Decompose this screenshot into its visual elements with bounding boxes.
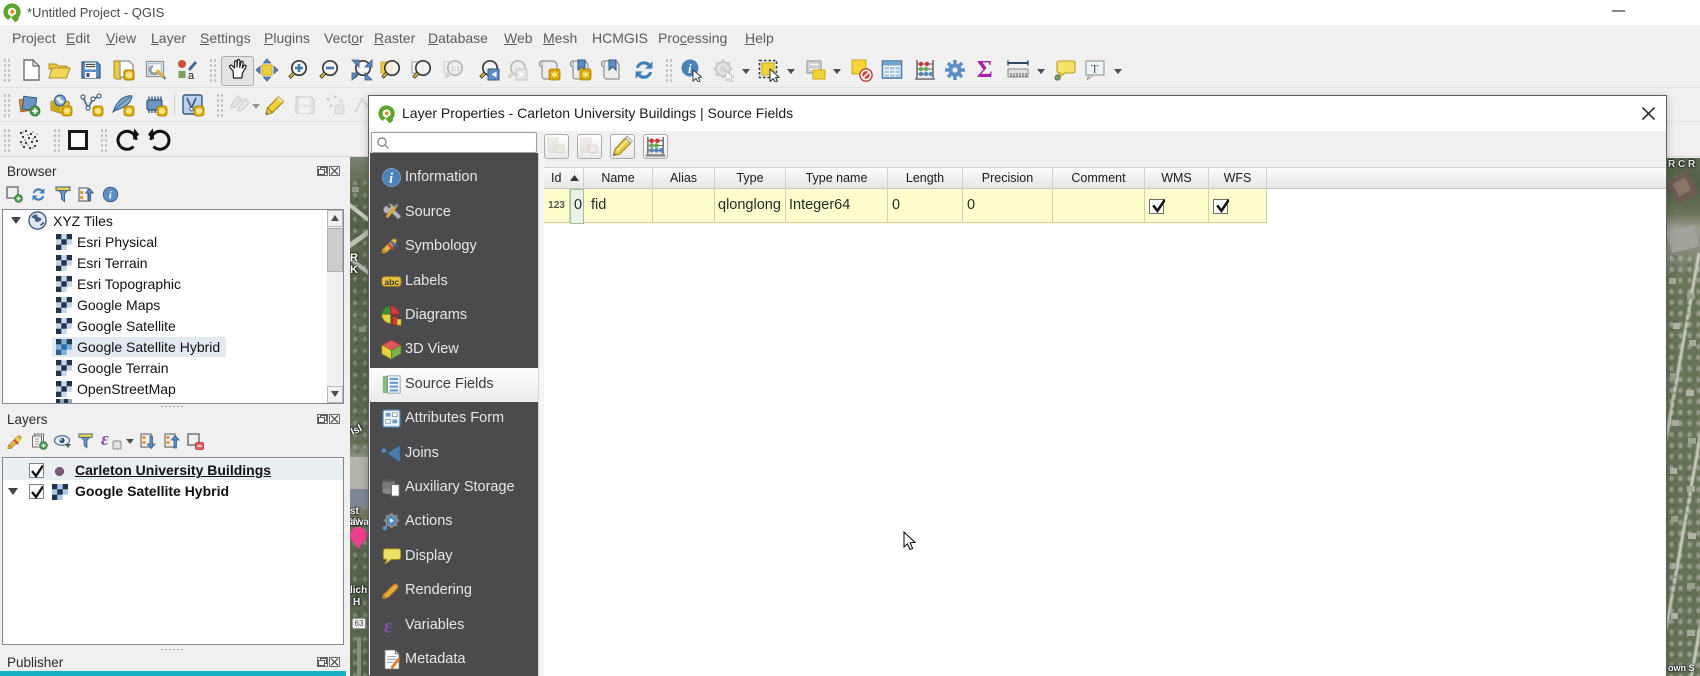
- svg-text:i: i: [389, 171, 393, 187]
- svg-text:abc: abc: [384, 277, 399, 287]
- svg-text:1:1: 1:1: [451, 66, 460, 73]
- svg-text:T: T: [1091, 62, 1099, 76]
- svg-text:ε: ε: [384, 616, 393, 636]
- svg-text:a: a: [188, 70, 195, 82]
- svg-text:i: i: [688, 61, 692, 76]
